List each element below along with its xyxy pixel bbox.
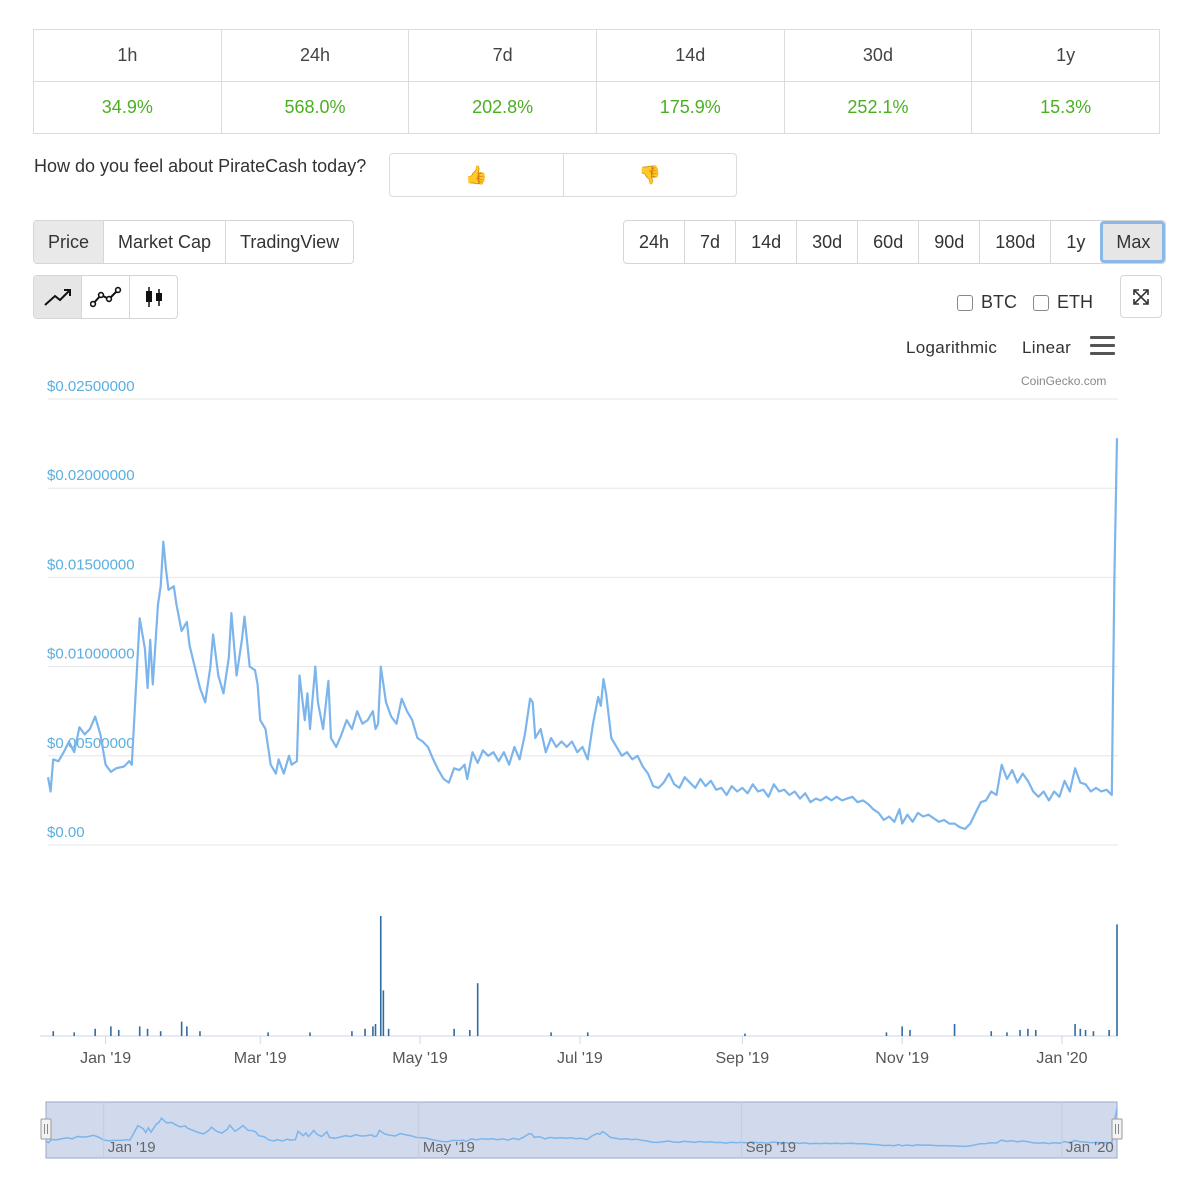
- volume-bar: [1116, 924, 1118, 1036]
- navigator-handle-left[interactable]: [40, 1118, 52, 1140]
- volume-bar: [744, 1033, 746, 1036]
- y-tick-label: $0.01000000: [47, 646, 135, 663]
- volume-bar: [476, 983, 479, 1036]
- volume-bar: [1027, 1028, 1029, 1036]
- x-tick-label: Jul '19: [557, 1050, 603, 1067]
- y-tick-label: $0.00500000: [47, 735, 135, 752]
- volume-bar: [550, 1032, 552, 1036]
- volume-bar: [469, 1030, 471, 1036]
- volume-bar: [351, 1031, 353, 1036]
- volume-bar: [117, 1030, 120, 1036]
- volume-bar: [364, 1028, 366, 1036]
- volume-bar: [159, 1031, 162, 1036]
- volume-bar: [885, 1032, 888, 1036]
- volume-bar: [372, 1026, 374, 1036]
- handle-box: [1111, 1118, 1123, 1140]
- volume-bar: [94, 1028, 96, 1036]
- volume-bar: [1006, 1032, 1008, 1036]
- navigator-mask: [45, 1101, 1118, 1159]
- x-tick-label: May '19: [392, 1050, 448, 1067]
- volume-bar: [73, 1032, 76, 1036]
- price-chart[interactable]: $0.02500000 $0.02000000 $0.01500000 $0.0100…: [0, 0, 1182, 1200]
- volume-bar: [52, 1031, 55, 1036]
- volume-bar: [110, 1026, 112, 1036]
- volume-bar: [1092, 1031, 1095, 1036]
- volume-bar: [267, 1032, 269, 1036]
- volume-bar: [1079, 1028, 1082, 1036]
- volume-bar: [374, 1024, 377, 1036]
- volume-bar: [990, 1031, 993, 1036]
- volume-bar: [1108, 1030, 1110, 1036]
- volume-bar: [387, 1028, 390, 1036]
- navigator-handle-right[interactable]: [1111, 1118, 1123, 1140]
- navigator-tick-label: Jan '19: [108, 1139, 156, 1156]
- volume-bar: [138, 1026, 141, 1036]
- y-tick-label: $0.02000000: [47, 467, 135, 484]
- price-line: [46, 438, 1119, 831]
- volume-bar: [909, 1030, 911, 1036]
- volume-bar: [379, 916, 382, 1036]
- volume-bar: [1074, 1024, 1076, 1036]
- volume-bar: [309, 1032, 311, 1036]
- volume-bar: [199, 1031, 201, 1036]
- x-tick-label: Sep '19: [715, 1050, 769, 1067]
- x-tick-label: Jan '20: [1036, 1050, 1087, 1067]
- volume-bar: [453, 1028, 455, 1036]
- navigator-tick-label: Jan '20: [1066, 1139, 1114, 1156]
- y-tick-label: $0.02500000: [47, 378, 135, 395]
- handle-box: [40, 1118, 52, 1140]
- volume-bar: [146, 1028, 149, 1036]
- navigator-tick-label: May '19: [423, 1139, 475, 1156]
- volume-bar: [586, 1032, 589, 1036]
- navigator-tick-label: Sep '19: [746, 1139, 796, 1156]
- y-tick-label: $0.00: [47, 824, 85, 841]
- y-tick-label: $0.01500000: [47, 556, 135, 573]
- x-tick-label: Nov '19: [875, 1050, 929, 1067]
- x-tick-label: Mar '19: [234, 1050, 287, 1067]
- volume-bar: [1084, 1030, 1087, 1036]
- volume-bar: [901, 1026, 903, 1036]
- volume-bar: [180, 1021, 183, 1036]
- volume-bar: [1034, 1030, 1037, 1036]
- volume-bar: [953, 1024, 956, 1036]
- volume-bar: [186, 1026, 188, 1036]
- x-tick-label: Jan '19: [80, 1050, 131, 1067]
- volume-bar: [382, 990, 385, 1036]
- volume-bar: [1019, 1030, 1021, 1036]
